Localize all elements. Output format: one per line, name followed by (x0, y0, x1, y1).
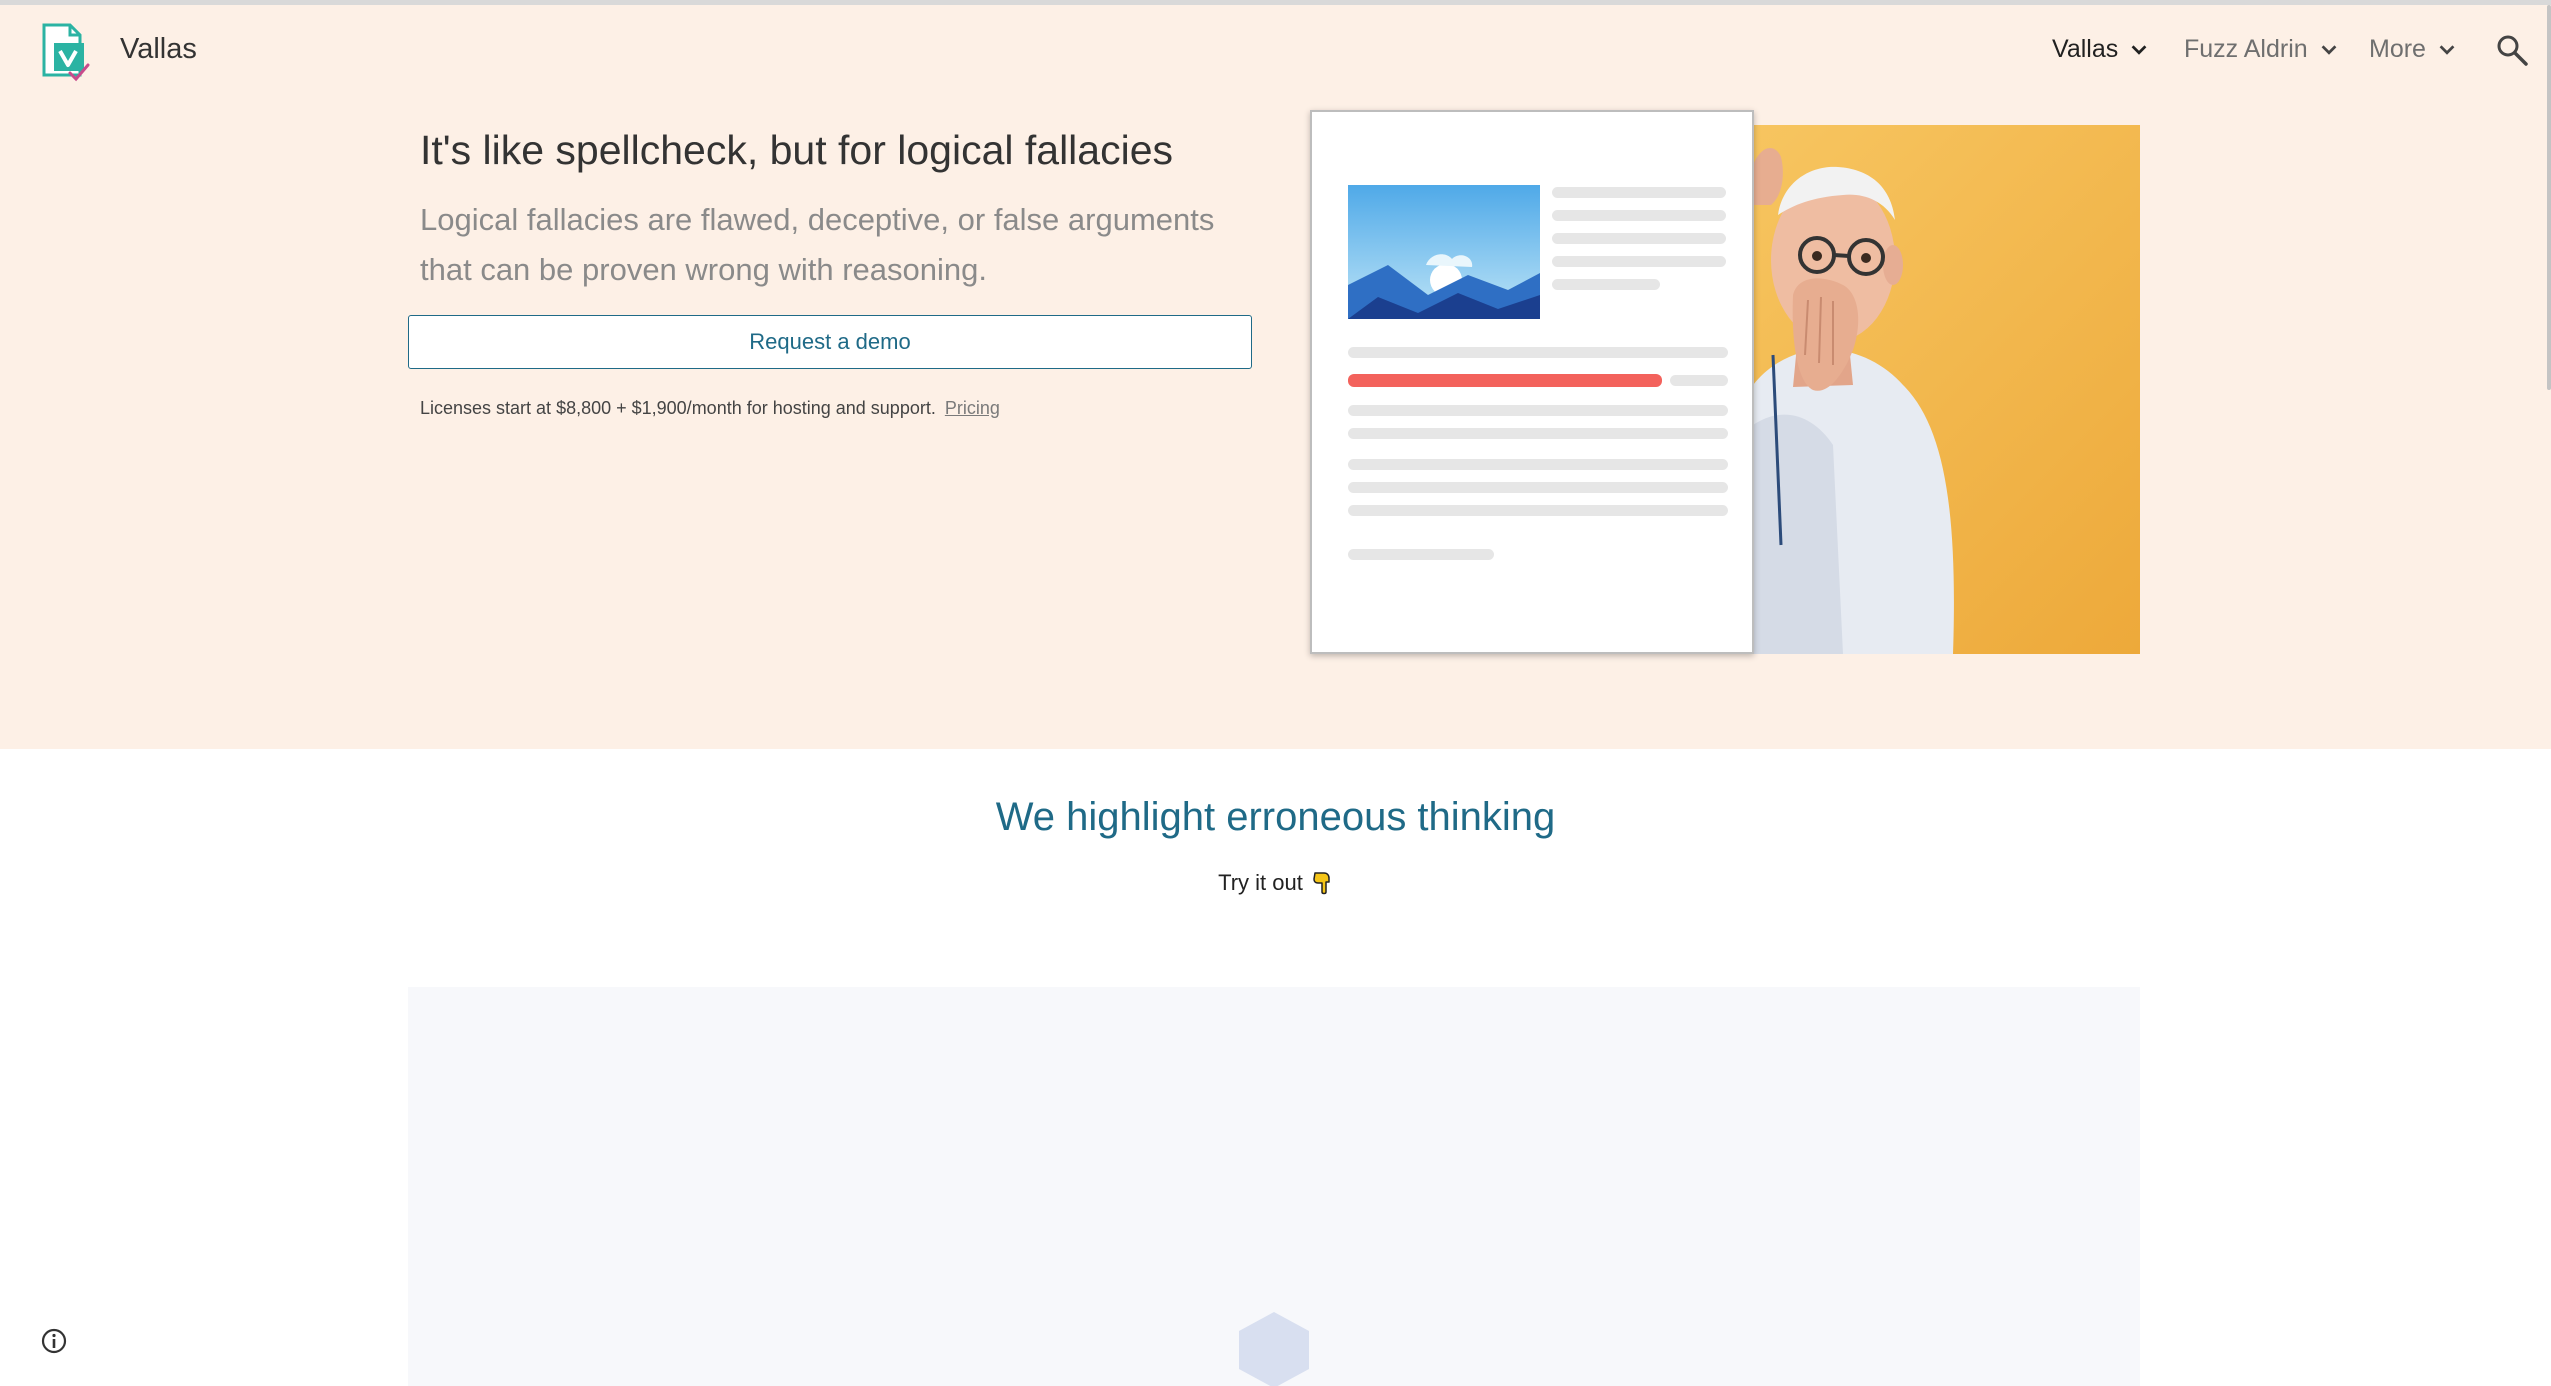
landscape-image-icon (1348, 185, 1540, 319)
text-line (1552, 233, 1726, 244)
hero-subtitle: Logical fallacies are flawed, deceptive,… (420, 202, 1215, 287)
text-line (1348, 482, 1728, 493)
pricing-text: Licenses start at $8,800 + $1,900/month … (420, 398, 936, 418)
pricing-link[interactable]: Pricing (945, 398, 1000, 418)
nav-item-fuzz-aldrin[interactable]: Fuzz Aldrin (2184, 35, 2340, 64)
site-title[interactable]: Vallas (120, 33, 197, 66)
chevron-down-icon (2321, 44, 2337, 55)
nav-item-label: Vallas (2052, 35, 2119, 63)
request-demo-button[interactable]: Request a demo (408, 315, 1252, 369)
nav-item-more[interactable]: More (2369, 35, 2458, 64)
page-scrollbar[interactable] (2547, 5, 2551, 390)
text-line (1552, 279, 1660, 290)
document-illustration (1310, 110, 1754, 654)
chevron-down-icon (2131, 44, 2147, 55)
try-it-out-label: Try it out (1218, 870, 1303, 895)
text-line (1552, 256, 1726, 267)
pointing-down-hand-icon (1313, 872, 1330, 895)
vallas-logo-icon[interactable] (40, 21, 96, 83)
section-title: We highlight erroneous thinking (995, 795, 1556, 839)
text-line (1552, 187, 1726, 198)
highlighted-fallacy-line (1348, 374, 1662, 387)
text-line (1348, 549, 1494, 560)
info-icon[interactable] (40, 1327, 68, 1355)
text-line (1348, 505, 1728, 516)
try-it-out: Try it out (0, 870, 2551, 896)
text-line (1348, 347, 1728, 358)
text-line (1348, 428, 1728, 439)
page: Vallas Vallas Fuzz Aldrin More It's like… (0, 0, 2551, 1386)
loading-hexagon-icon (1239, 1312, 1309, 1386)
nav-item-label: Fuzz Aldrin (2184, 35, 2308, 63)
search-icon[interactable] (2495, 33, 2529, 67)
text-line (1348, 405, 1728, 416)
text-line (1552, 210, 1726, 221)
surprised-man-image (1753, 147, 1954, 654)
text-line (1348, 459, 1728, 470)
nav-item-vallas[interactable]: Vallas (2052, 35, 2150, 64)
chevron-down-icon (2439, 44, 2455, 55)
hero-headline: It's like spellcheck, but for logical fa… (420, 127, 1173, 173)
pricing-note: Licenses start at $8,800 + $1,900/month … (420, 398, 1000, 419)
text-line (1670, 375, 1728, 386)
nav-item-label: More (2369, 35, 2426, 63)
hero-section: Vallas Vallas Fuzz Aldrin More It's like… (0, 5, 2551, 749)
